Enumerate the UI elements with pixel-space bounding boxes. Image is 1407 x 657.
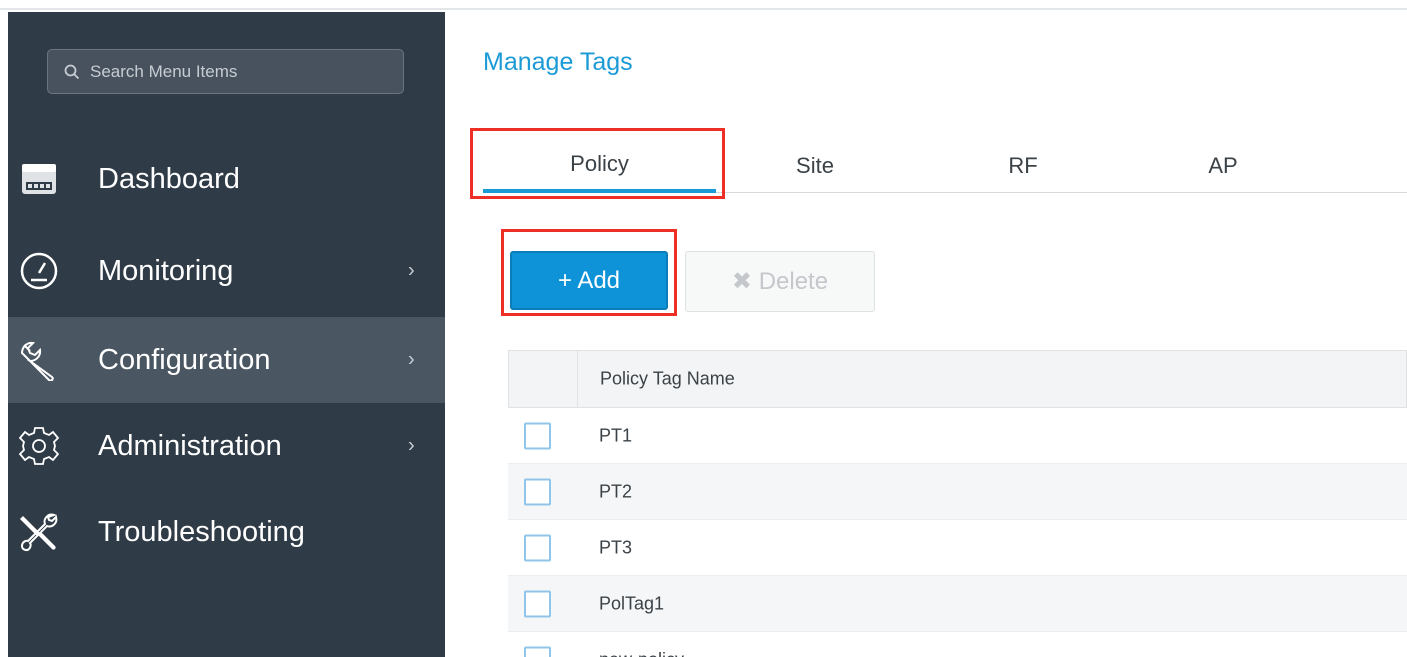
gauge-icon: [18, 250, 60, 292]
column-header-policy-tag-name[interactable]: Policy Tag Name: [600, 369, 735, 390]
policy-tab-highlight: [470, 128, 725, 199]
table-row[interactable]: PT2: [508, 464, 1407, 520]
table-row[interactable]: PolTag1: [508, 576, 1407, 632]
table-row[interactable]: PT1: [508, 408, 1407, 464]
row-checkbox[interactable]: [524, 590, 551, 617]
sidebar-item-monitoring[interactable]: Monitoring ›: [8, 228, 445, 314]
row-checkbox[interactable]: [524, 422, 551, 449]
policy-tag-name-cell[interactable]: PT1: [599, 425, 632, 446]
table-row[interactable]: PT3: [508, 520, 1407, 576]
chevron-right-icon: ›: [408, 434, 415, 457]
policy-tag-name-cell[interactable]: PT2: [599, 481, 632, 502]
row-checkbox[interactable]: [524, 478, 551, 505]
sidebar: Search Menu Items Dashboard Monitoring ›…: [8, 12, 445, 657]
tab-rf[interactable]: RF: [983, 139, 1063, 193]
sidebar-item-configuration[interactable]: Configuration ›: [8, 317, 445, 403]
sidebar-item-label: Dashboard: [98, 162, 240, 195]
gear-icon: [18, 425, 60, 467]
policy-tags-table: Policy Tag Name PT1 PT2 PT3 PolTag1 new-…: [508, 350, 1407, 657]
policy-tag-name-cell[interactable]: PT3: [599, 537, 632, 558]
column-divider: [577, 351, 578, 407]
sidebar-item-label: Monitoring: [98, 254, 234, 287]
search-icon: [64, 64, 80, 79]
main-content: Manage Tags Policy Site RF AP + Add ✖ De…: [445, 12, 1407, 657]
sidebar-item-administration[interactable]: Administration ›: [8, 403, 445, 489]
table-header: Policy Tag Name: [508, 350, 1407, 408]
add-button-highlight: [501, 229, 677, 316]
sidebar-item-label: Troubleshooting: [98, 515, 305, 548]
search-input[interactable]: Search Menu Items: [47, 49, 404, 94]
wrench-icon: [18, 339, 60, 381]
tab-ap[interactable]: AP: [1183, 139, 1263, 193]
table-row[interactable]: new-policy: [508, 632, 1407, 657]
row-checkbox[interactable]: [524, 534, 551, 561]
top-border: [0, 0, 1407, 10]
sidebar-item-label: Configuration: [98, 343, 271, 376]
search-placeholder: Search Menu Items: [90, 61, 238, 81]
sidebar-item-dashboard[interactable]: Dashboard: [8, 136, 445, 222]
sidebar-item-label: Administration: [98, 429, 282, 462]
delete-button[interactable]: ✖ Delete: [685, 251, 875, 312]
tab-site[interactable]: Site: [760, 139, 870, 193]
dashboard-icon: [18, 158, 60, 200]
policy-tag-name-cell[interactable]: PolTag1: [599, 593, 664, 614]
chevron-right-icon: ›: [408, 348, 415, 371]
tools-icon: [18, 511, 60, 553]
row-checkbox[interactable]: [524, 646, 551, 657]
policy-tag-name-cell[interactable]: new-policy: [599, 649, 684, 657]
page-title: Manage Tags: [483, 48, 633, 76]
chevron-right-icon: ›: [408, 259, 415, 282]
sidebar-item-troubleshooting[interactable]: Troubleshooting: [8, 489, 445, 575]
